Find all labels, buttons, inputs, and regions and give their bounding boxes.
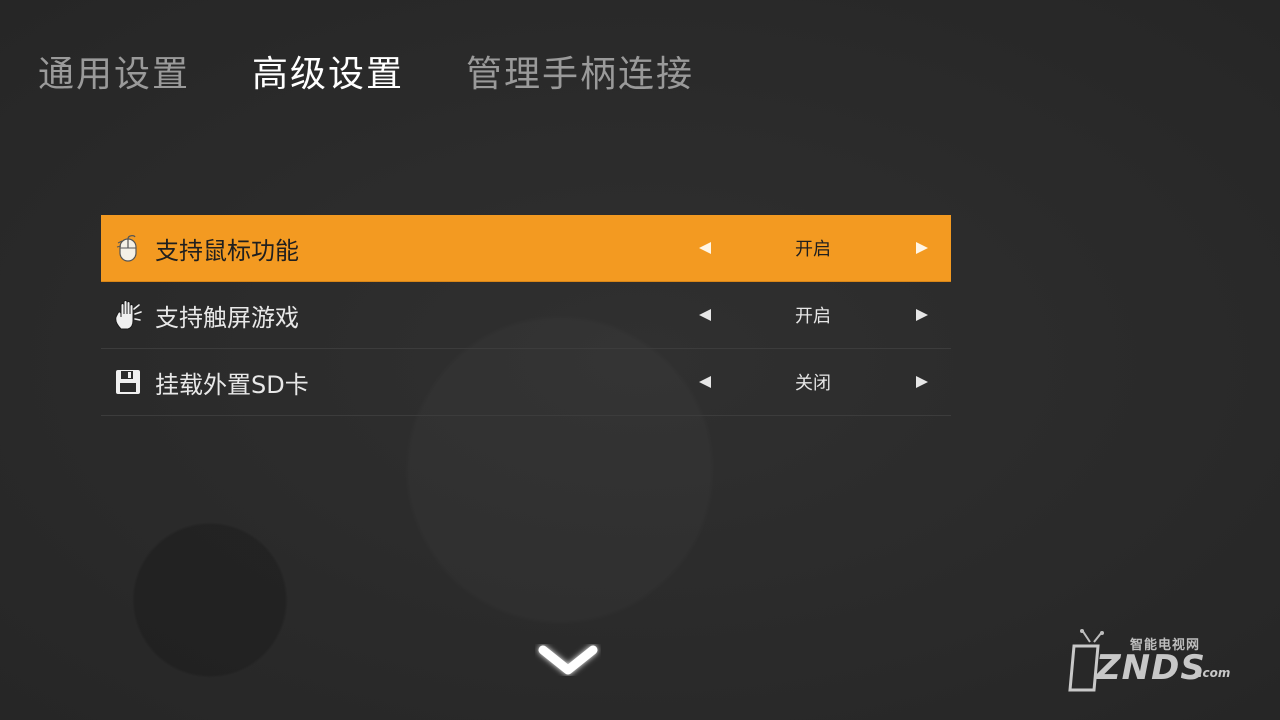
chevron-down-icon[interactable] [535, 640, 601, 680]
setting-value: 开启 [795, 239, 831, 260]
setting-row-touchscreen[interactable]: 支持触屏游戏 开启 [101, 282, 951, 349]
next-option-arrow-icon[interactable] [916, 376, 928, 388]
previous-option-arrow-icon[interactable] [699, 242, 711, 254]
znds-logo: 智能电视网 ZNDS .com [1068, 618, 1238, 698]
tab-general-settings[interactable]: 通用设置 [38, 52, 190, 98]
setting-label: 支持触屏游戏 [155, 303, 299, 332]
setting-value: 关闭 [795, 373, 831, 394]
hand-icon [113, 300, 143, 330]
next-option-arrow-icon[interactable] [916, 309, 928, 321]
settings-list: 支持鼠标功能 开启 支持触屏游戏 开启 挂载外置SD卡 关闭 [101, 215, 951, 416]
setting-row-external-sd[interactable]: 挂载外置SD卡 关闭 [101, 349, 951, 416]
mouse-icon [113, 233, 143, 263]
floppy-disk-icon [113, 367, 143, 397]
previous-option-arrow-icon[interactable] [699, 376, 711, 388]
tab-manage-controller[interactable]: 管理手柄连接 [466, 52, 694, 98]
tab-bar: 通用设置 高级设置 管理手柄连接 [38, 52, 694, 98]
setting-label: 支持鼠标功能 [155, 236, 299, 265]
previous-option-arrow-icon[interactable] [699, 309, 711, 321]
logo-brand-text: ZNDS [1096, 648, 1206, 688]
next-option-arrow-icon[interactable] [916, 242, 928, 254]
tab-advanced-settings[interactable]: 高级设置 [252, 52, 404, 98]
setting-row-mouse[interactable]: 支持鼠标功能 开启 [101, 215, 951, 282]
setting-value: 开启 [795, 306, 831, 327]
logo-domain-suffix: .com [1198, 666, 1231, 680]
setting-label: 挂载外置SD卡 [155, 370, 309, 399]
